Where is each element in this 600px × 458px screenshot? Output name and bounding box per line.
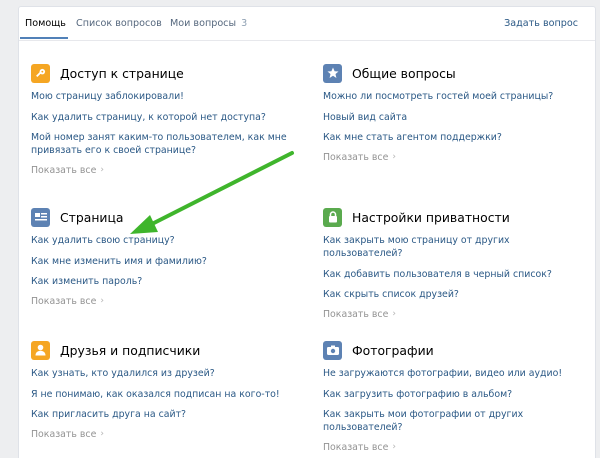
help-section: Страница Как удалить свою страницу? Как мн… [31,207,291,307]
question-list: Как закрыть мою страницу от других польз… [323,234,583,301]
question-link[interactable]: Как закрыть мои фотографии от других пол… [323,408,583,434]
help-section: Общие вопросы Можно ли посмотреть гостей … [323,63,583,163]
tab-my-questions[interactable]: Мои вопросы 3 [170,18,247,29]
user-icon [31,340,50,360]
question-link[interactable]: Как удалить свою страницу? [31,234,291,247]
section-title: Доступ к странице [60,65,184,81]
show-all-label: Показать все [31,295,97,307]
chevron-right-icon: › [392,152,396,162]
help-section: Настройки приватности Как закрыть мою стр… [323,207,583,320]
section-header: Страница [31,207,291,227]
section-title: Фотографии [352,342,434,358]
question-link[interactable]: Можно ли посмотреть гостей моей страницы… [323,90,583,103]
chevron-right-icon: › [392,309,396,319]
question-list: Мою страницу заблокировали! Как удалить с… [31,90,291,157]
question-link[interactable]: Я не понимаю, как оказался подписан на к… [31,388,291,401]
help-section: Фотографии Не загружаются фотографии, вид… [323,340,583,453]
question-link[interactable]: Как мне стать агентом поддержки? [323,131,583,144]
question-list: Как удалить свою страницу? Как мне измени… [31,234,291,288]
question-link[interactable]: Не загружаются фотографии, видео или ауд… [323,367,583,380]
section-title: Общие вопросы [352,65,456,81]
question-list: Не загружаются фотографии, видео или ауд… [323,367,583,434]
question-link[interactable]: Как закрыть мою страницу от других польз… [323,234,583,260]
show-all-link[interactable]: Показать все › [31,429,291,440]
question-link[interactable]: Как мне изменить имя и фамилию? [31,255,291,268]
chevron-right-icon: › [392,442,396,452]
key-icon [31,63,50,83]
section-title: Страница [60,209,124,225]
tab-help[interactable]: Помощь [25,18,66,29]
ask-question-link[interactable]: Задать вопрос [504,18,578,29]
show-all-label: Показать все [323,308,389,320]
section-header: Друзья и подписчики [31,340,291,360]
chevron-right-icon: › [100,296,104,306]
camera-icon [323,340,342,360]
question-link[interactable]: Как скрыть список друзей? [323,288,583,301]
chevron-right-icon: › [100,429,104,439]
my-questions-count: 3 [241,18,248,29]
question-list: Как узнать, кто удалился из друзей? Я не … [31,367,291,421]
show-all-link[interactable]: Показать все › [323,152,583,163]
show-all-label: Показать все [31,164,97,176]
section-header: Фотографии [323,340,583,360]
show-all-label: Показать все [323,151,389,163]
lock-icon [323,207,342,227]
tab-my-questions-label: Мои вопросы [170,18,237,29]
question-link[interactable]: Как добавить пользователя в черный списо… [323,268,583,281]
question-link[interactable]: Как узнать, кто удалился из друзей? [31,367,291,380]
show-all-link[interactable]: Показать все › [323,442,583,453]
show-all-link[interactable]: Показать все › [31,296,291,307]
section-header: Настройки приватности [323,207,583,227]
help-section: Доступ к странице Мою страницу заблокиров… [31,63,291,176]
question-link[interactable]: Мой номер занят каким-то пользователем, … [31,131,291,157]
tab-questions-list[interactable]: Список вопросов [76,18,162,29]
question-link[interactable]: Как загрузить фотографию в альбом? [323,388,583,401]
question-link[interactable]: Как удалить страницу, к которой нет дост… [31,111,291,124]
active-tab-indicator [20,37,68,39]
profile-card-icon [31,207,50,227]
section-title: Друзья и подписчики [60,342,201,358]
section-header: Общие вопросы [323,63,583,83]
question-list: Можно ли посмотреть гостей моей страницы… [323,90,583,144]
chevron-right-icon: › [100,165,104,175]
show-all-link[interactable]: Показать все › [323,309,583,320]
tab-bar: Помощь Список вопросов Мои вопросы 3 Зад… [19,7,595,41]
help-section: Друзья и подписчики Как узнать, кто удали… [31,340,291,440]
question-link[interactable]: Мою страницу заблокировали! [31,90,291,103]
section-header: Доступ к странице [31,63,291,83]
show-all-label: Показать все [323,441,389,453]
show-all-link[interactable]: Показать все › [31,165,291,176]
question-link[interactable]: Как пригласить друга на сайт? [31,408,291,421]
star-icon [323,63,342,83]
question-link[interactable]: Как изменить пароль? [31,275,291,288]
question-link[interactable]: Новый вид сайта [323,111,583,124]
show-all-label: Показать все [31,428,97,440]
section-title: Настройки приватности [352,209,510,225]
